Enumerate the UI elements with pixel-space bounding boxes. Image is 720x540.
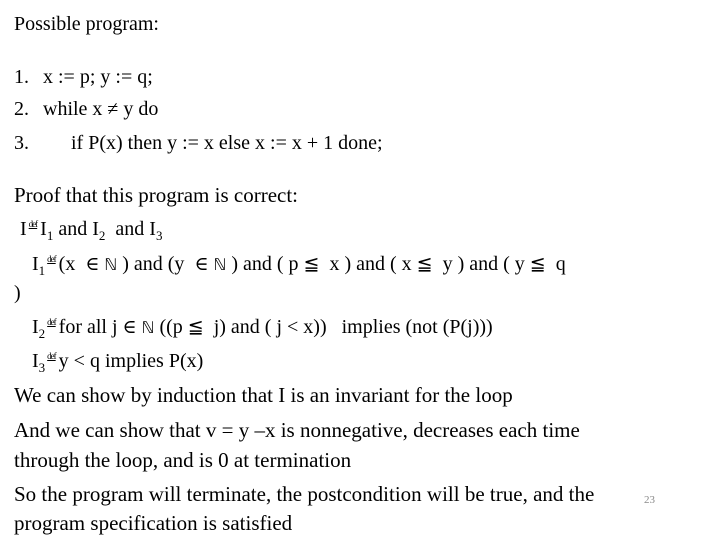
element-of-symbol: ∈ bbox=[122, 316, 137, 338]
invariant-i2-definition: I2def for all j ∈ ℕ ((p ≦ j) and ( j < x)… bbox=[32, 316, 493, 340]
term: x ) and ( x bbox=[319, 253, 417, 275]
program-line: 1. x := p; y := q; bbox=[14, 67, 153, 87]
line-number: 2. bbox=[14, 98, 29, 120]
invariant-i3-definition: I3def y < q implies P(x) bbox=[32, 350, 204, 374]
term: I bbox=[40, 218, 47, 240]
leq-symbol: ≦ bbox=[529, 253, 546, 275]
invariant-name: I bbox=[32, 316, 39, 338]
program-code: if P(x) then y := x else x := x + 1 done… bbox=[71, 132, 383, 154]
defined-as-symbol: def bbox=[47, 317, 56, 327]
term: (x bbox=[58, 253, 86, 275]
program-line: 3. if P(x) then y := x else x := x + 1 do… bbox=[14, 133, 383, 153]
paragraph: program specification is satisfied bbox=[14, 511, 293, 535]
leq-symbol: ≦ bbox=[303, 253, 320, 275]
program-line: 2. while x ≠ y do bbox=[14, 99, 158, 119]
invariant-name: I bbox=[20, 218, 27, 240]
page-number: 23 bbox=[644, 494, 655, 506]
paragraph: through the loop, and is 0 at terminatio… bbox=[14, 448, 352, 472]
term: ((p bbox=[154, 316, 188, 338]
paragraph: We can show by induction that I is an in… bbox=[14, 383, 513, 407]
subscript: 2 bbox=[38, 326, 46, 341]
subscript: 3 bbox=[155, 228, 163, 243]
paragraph: And we can show that v = y –x is nonnega… bbox=[14, 418, 580, 442]
term: and I bbox=[53, 218, 99, 240]
program-code: x := p; y := q; bbox=[43, 66, 153, 88]
leq-symbol: ≦ bbox=[416, 253, 433, 275]
term: j) and ( j < x)) implies (not (P(j))) bbox=[203, 316, 493, 338]
term: y ) and ( y bbox=[432, 253, 530, 275]
program-code: while x ≠ y do bbox=[43, 98, 159, 120]
naturals-symbol: ℕ bbox=[213, 255, 227, 274]
paragraph: So the program will terminate, the postc… bbox=[14, 482, 595, 506]
subscript: 3 bbox=[38, 360, 46, 375]
proof-heading: Proof that this program is correct: bbox=[14, 183, 299, 207]
defined-as-symbol: def bbox=[47, 351, 56, 361]
term: y < q implies P(x) bbox=[58, 350, 204, 372]
element-of-symbol: ∈ bbox=[194, 253, 209, 275]
term: ) and (y bbox=[117, 253, 195, 275]
invariant-definition: Idef I1 and I2 and I3 bbox=[20, 218, 162, 242]
line-number: 3. bbox=[14, 132, 29, 154]
invariant-name: I bbox=[32, 350, 39, 372]
term: and I bbox=[105, 218, 156, 240]
subscript: 1 bbox=[38, 263, 46, 278]
invariant-name: I bbox=[32, 253, 39, 275]
defined-as-symbol: def bbox=[47, 254, 56, 264]
closing-paren: ) bbox=[14, 282, 21, 304]
defined-as-symbol: def bbox=[28, 219, 38, 229]
element-of-symbol: ∈ bbox=[85, 253, 100, 275]
invariant-i1-definition: I1def (x ∈ ℕ ) and (y ∈ ℕ ) and ( p ≦ x )… bbox=[32, 253, 566, 277]
line-number: 1. bbox=[14, 66, 29, 88]
slide-title: Possible program: bbox=[14, 13, 159, 35]
leq-symbol: ≦ bbox=[187, 316, 204, 338]
naturals-symbol: ℕ bbox=[141, 318, 155, 337]
naturals-symbol: ℕ bbox=[104, 255, 118, 274]
term: q bbox=[545, 253, 566, 275]
term: for all j bbox=[58, 316, 123, 338]
term: ) and ( p bbox=[226, 253, 304, 275]
